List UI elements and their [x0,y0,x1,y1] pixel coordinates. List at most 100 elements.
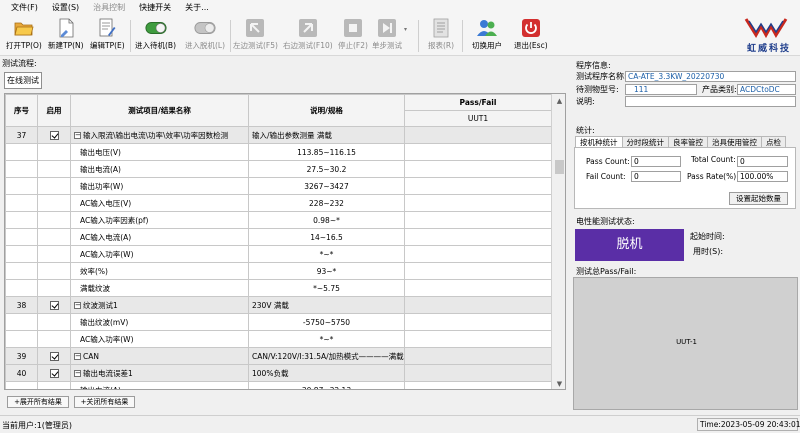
item-name-cell: 输出纹波(mV) [70,313,249,331]
elec-status-label: 电性能测试状态: [576,217,635,226]
toolbar-separator [462,20,463,52]
item-name-cell: AC输入电流(A) [70,228,249,246]
enable-cell [37,245,71,263]
left-test-button[interactable]: 左边测试(F5) [233,18,278,54]
category-field: ACDCtoDC [737,84,796,95]
spec-cell: -5750~5750 [248,313,405,331]
uut1-result-cell [404,211,552,229]
program-name-label: 测试程序名称: [576,72,627,81]
uut1-result-cell [404,160,552,178]
total-passfail-label: 测试总Pass/Fail: [576,267,637,276]
table-row[interactable]: 输出功率(W) 3267~3427 [5,177,552,195]
right-test-button[interactable]: 右边测试(F10) [283,18,333,54]
stats-panel: Pass Count: 0 Fail Count: 0 Total Count:… [574,147,796,209]
current-user-text: 当前用户:1(管理员) [2,421,73,430]
table-row[interactable]: 满载纹波 *~5.75 [5,279,552,297]
arrow-up-right-icon [297,18,319,38]
table-row[interactable]: AC输入功率(W) *~* [5,245,552,263]
description-label: 说明: [576,97,595,106]
step-test-label: 单步测试 [372,41,402,50]
row-number: 40 [5,364,38,382]
collapse-toggle-icon[interactable]: − [74,132,81,139]
enter-offline-label: 进入脱机(L) [185,41,226,50]
table-row[interactable]: 效率(%) 93~* [5,262,552,280]
report-button[interactable]: 报表(R) [428,18,454,54]
menu-fixture-control: 治具控制 [93,3,126,12]
collapse-toggle-icon[interactable]: − [74,353,81,360]
enter-offline-button[interactable]: 进入脱机(L) [185,18,225,54]
scroll-up-arrow-icon[interactable]: ▲ [552,94,565,108]
grid-vertical-scrollbar[interactable]: ▲ ▼ [551,94,565,389]
row-number: 37 [5,126,38,144]
item-name-cell: AC输入功率因素(pf) [70,211,249,229]
spec-cell: *~* [248,245,405,263]
menu-about[interactable]: 关于... [178,0,216,16]
enter-online-button[interactable]: 进入待机(B) [135,18,176,54]
enable-cell [37,262,71,280]
table-group-row[interactable]: 39 − CAN CAN/V:120V/I:31.5A/加热模式————满载 [5,347,552,365]
logo-text: 虹威科技 [746,44,791,54]
edit-tp-button[interactable]: 编辑TP(E) [90,18,125,54]
uut1-result-label: UUT-1 [676,338,697,346]
table-row[interactable]: AC输入功率(W) *~* [5,330,552,348]
step-dropdown-arrow[interactable]: ▾ [404,26,407,62]
row-number [5,279,38,297]
enable-cell [37,296,71,314]
total-passfail-panel: UUT-1 [573,277,798,410]
new-tp-button[interactable]: 新建TP(N) [48,18,84,54]
table-group-row[interactable]: 37− 输入限流\输出电流\功率\效率\功率因数检测 输入/输出参数测量 满载 [5,126,552,144]
item-name: 输出电流误差1 [83,368,133,378]
scroll-down-arrow-icon[interactable]: ▼ [552,377,565,389]
enable-cell [37,160,71,178]
toggle-off-icon [194,18,216,38]
table-group-row[interactable]: 38− 纹波测试1 230V 满载 [5,296,552,314]
table-row[interactable]: 输出电压(V) 113.85~116.15 [5,143,552,161]
table-row[interactable]: 输出电流(A) 30.87~32.13 [5,381,552,389]
spec-cell: 230V 满载 [248,296,405,314]
table-row[interactable]: 输出电流(A) 27.5~30.2 [5,160,552,178]
exit-button[interactable]: 退出(Esc) [514,18,548,54]
spec-cell: CAN/V:120V/I:31.5A/加热模式————满载 [248,347,405,365]
item-name-cell: − 纹波测试1 [70,296,249,314]
stop-button[interactable]: 停止(F2) [338,18,368,54]
menu-settings[interactable]: 设置(S) [45,0,86,16]
menu-file[interactable]: 文件(F) [4,0,45,16]
tab-online-test[interactable]: 在线测试 [4,72,42,89]
uut1-result-cell [404,126,552,144]
test-flow-grid: 序号 启用 测试项目/结果名称 说明/规格 Pass/Fail UUT1 37 −… [4,93,566,390]
table-row[interactable]: AC输入功率因素(pf) 0.98~* [5,211,552,229]
enable-checkbox[interactable] [49,130,59,140]
step-test-button[interactable]: 单步测试 [372,18,402,54]
enable-cell [37,347,71,365]
scrollbar-thumb[interactable] [555,160,564,174]
row-number [5,262,38,280]
switch-user-button[interactable]: 切换用户 [472,18,502,54]
set-start-count-button[interactable]: 设置起始数量 [729,192,788,205]
item-name: AC输入功率(W) [80,249,134,259]
open-tp-button[interactable]: 打开TP(O) [6,18,42,54]
clock-text: Time:2023-05-09 20:43:01 [697,418,800,431]
row-number: 39 [5,347,38,365]
table-row[interactable]: AC输入电流(A) 14~16.5 [5,228,552,246]
open-tp-label: 打开TP(O) [6,41,42,50]
spec-cell: 30.87~32.13 [248,381,405,389]
enable-cell [37,126,71,144]
enable-checkbox[interactable] [49,368,59,378]
menu-quick-switch[interactable]: 快捷开关 [132,0,178,16]
enable-checkbox[interactable] [49,351,59,361]
collapse-toggle-icon[interactable]: − [74,302,81,309]
collapse-toggle-icon[interactable]: − [74,370,81,377]
description-field [625,96,796,107]
report-icon [430,18,452,38]
toolbar-separator [130,20,131,52]
enable-cell [37,279,71,297]
collapse-all-button[interactable]: +关闭所有结果 [74,396,135,408]
table-row[interactable]: 输出纹波(mV) -5750~5750 [5,313,552,331]
table-group-row[interactable]: 40− 输出电流误差1 100%负载 [5,364,552,382]
item-name-cell: − CAN [70,347,249,365]
expand-all-button[interactable]: +展开所有结果 [7,396,69,408]
table-row[interactable]: AC输入电压(V) 228~232 [5,194,552,212]
enable-checkbox[interactable] [49,300,59,310]
new-file-icon [55,18,77,38]
pass-count-field: 0 [631,156,681,167]
